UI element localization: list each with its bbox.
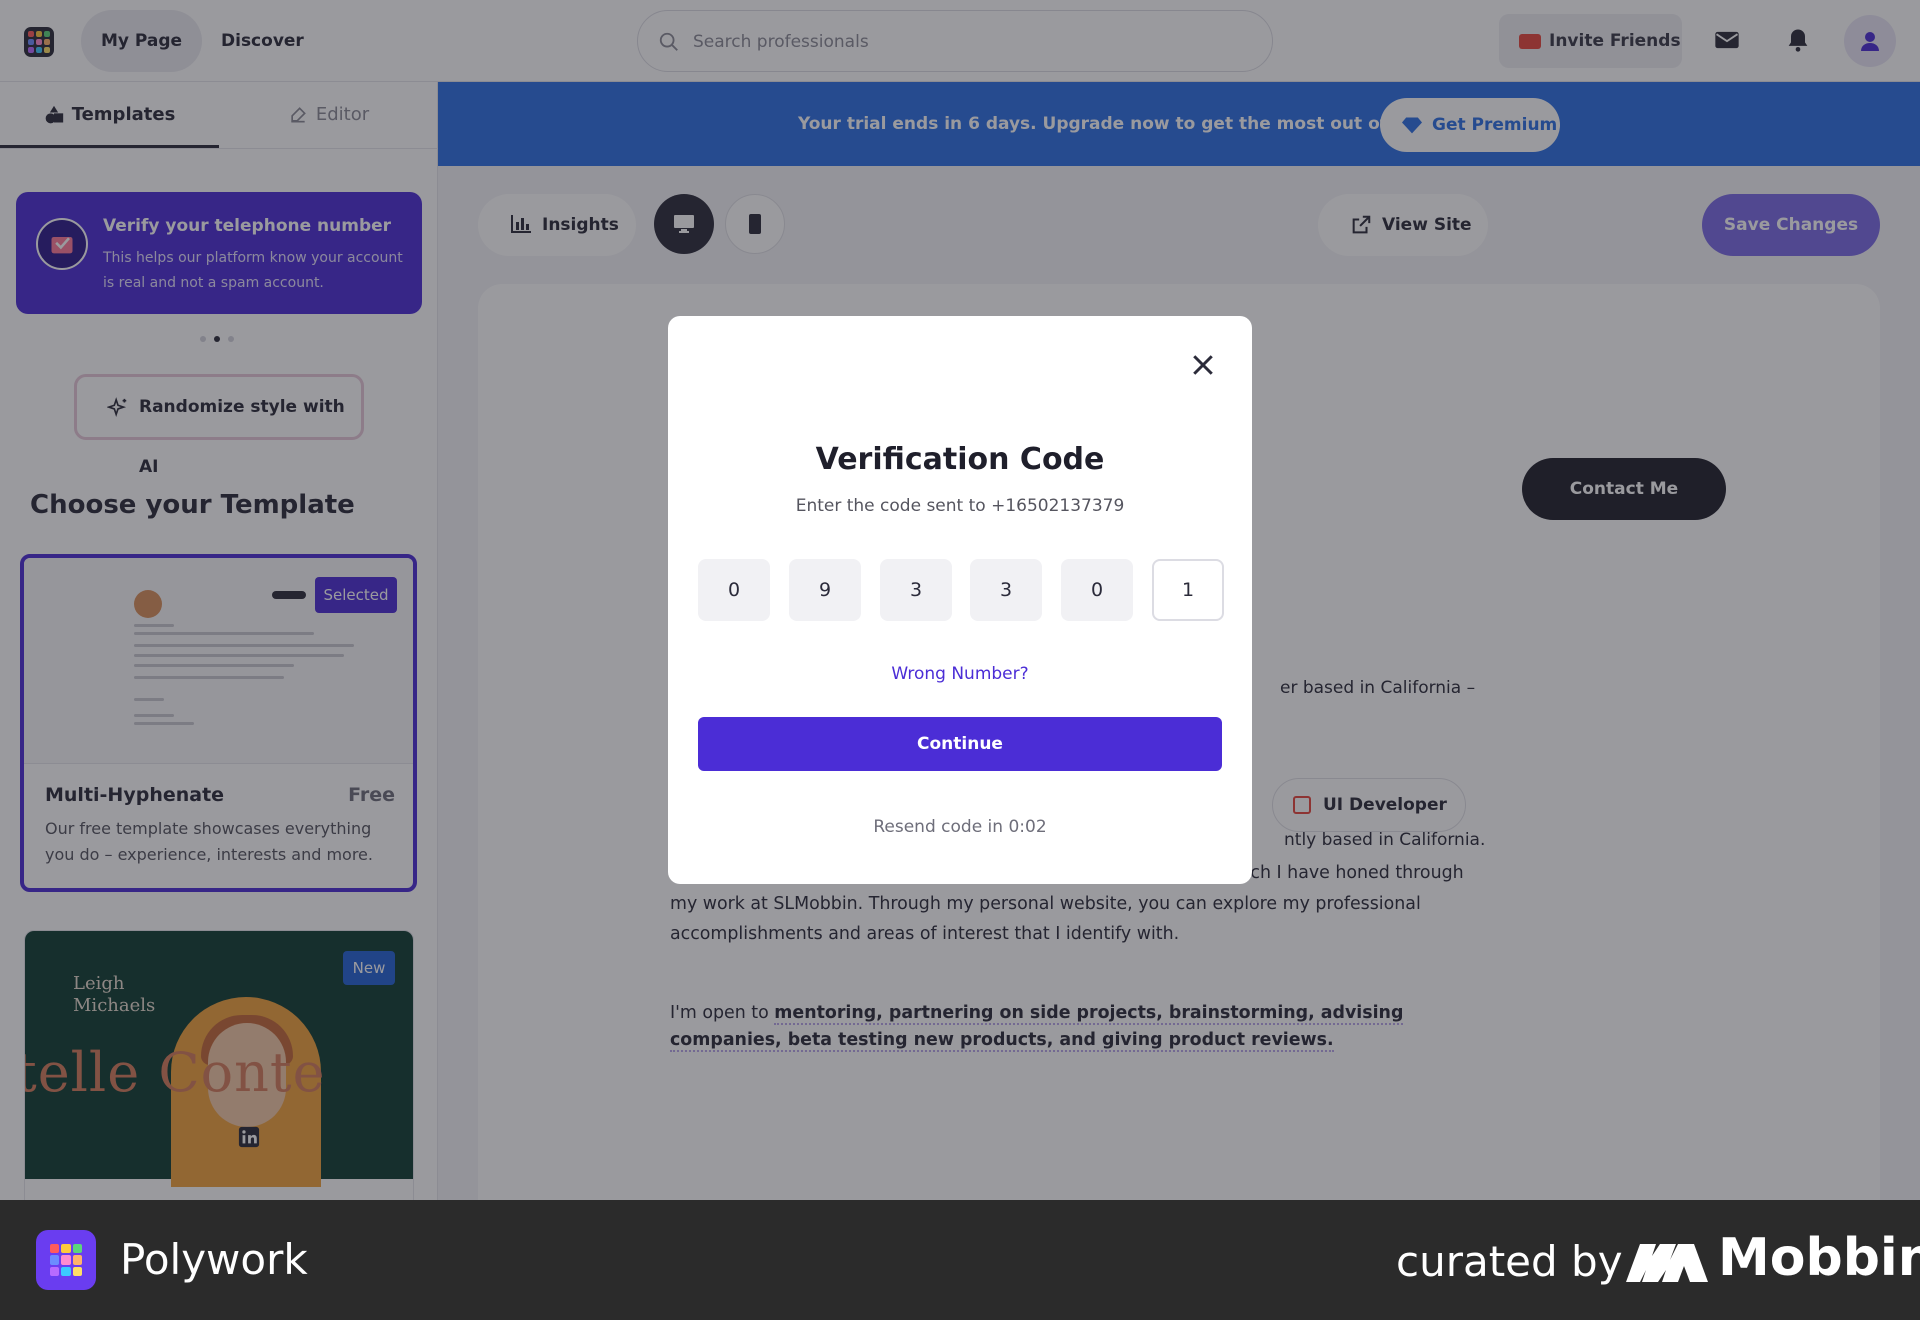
code-digit-2[interactable]: 9 [789,559,861,621]
modal-title: Verification Code [815,442,1105,477]
footer-brand-name: Polywork [120,1235,308,1284]
curated-by-text: curated by [1396,1237,1623,1286]
polywork-app-icon [36,1230,96,1290]
resend-code-timer: Resend code in 0:02 [873,817,1047,837]
code-digit-5[interactable]: 0 [1061,559,1133,621]
code-digit-4[interactable]: 3 [970,559,1042,621]
attribution-footer: Polywork curated by Mobbin [0,1200,1920,1320]
continue-button[interactable]: Continue [698,717,1222,771]
mobbin-wordmark: Mobbin [1718,1228,1920,1288]
code-digit-1[interactable]: 0 [698,559,770,621]
wrong-number-link[interactable]: Wrong Number? [668,664,1252,684]
close-icon[interactable] [1188,350,1218,380]
code-digit-3[interactable]: 3 [880,559,952,621]
modal-subtitle: Enter the code sent to +16502137379 [795,496,1125,516]
verification-modal: Verification Code Enter the code sent to… [668,316,1252,884]
mobbin-logo-icon [1626,1244,1708,1282]
code-digit-6[interactable]: 1 [1152,559,1224,621]
